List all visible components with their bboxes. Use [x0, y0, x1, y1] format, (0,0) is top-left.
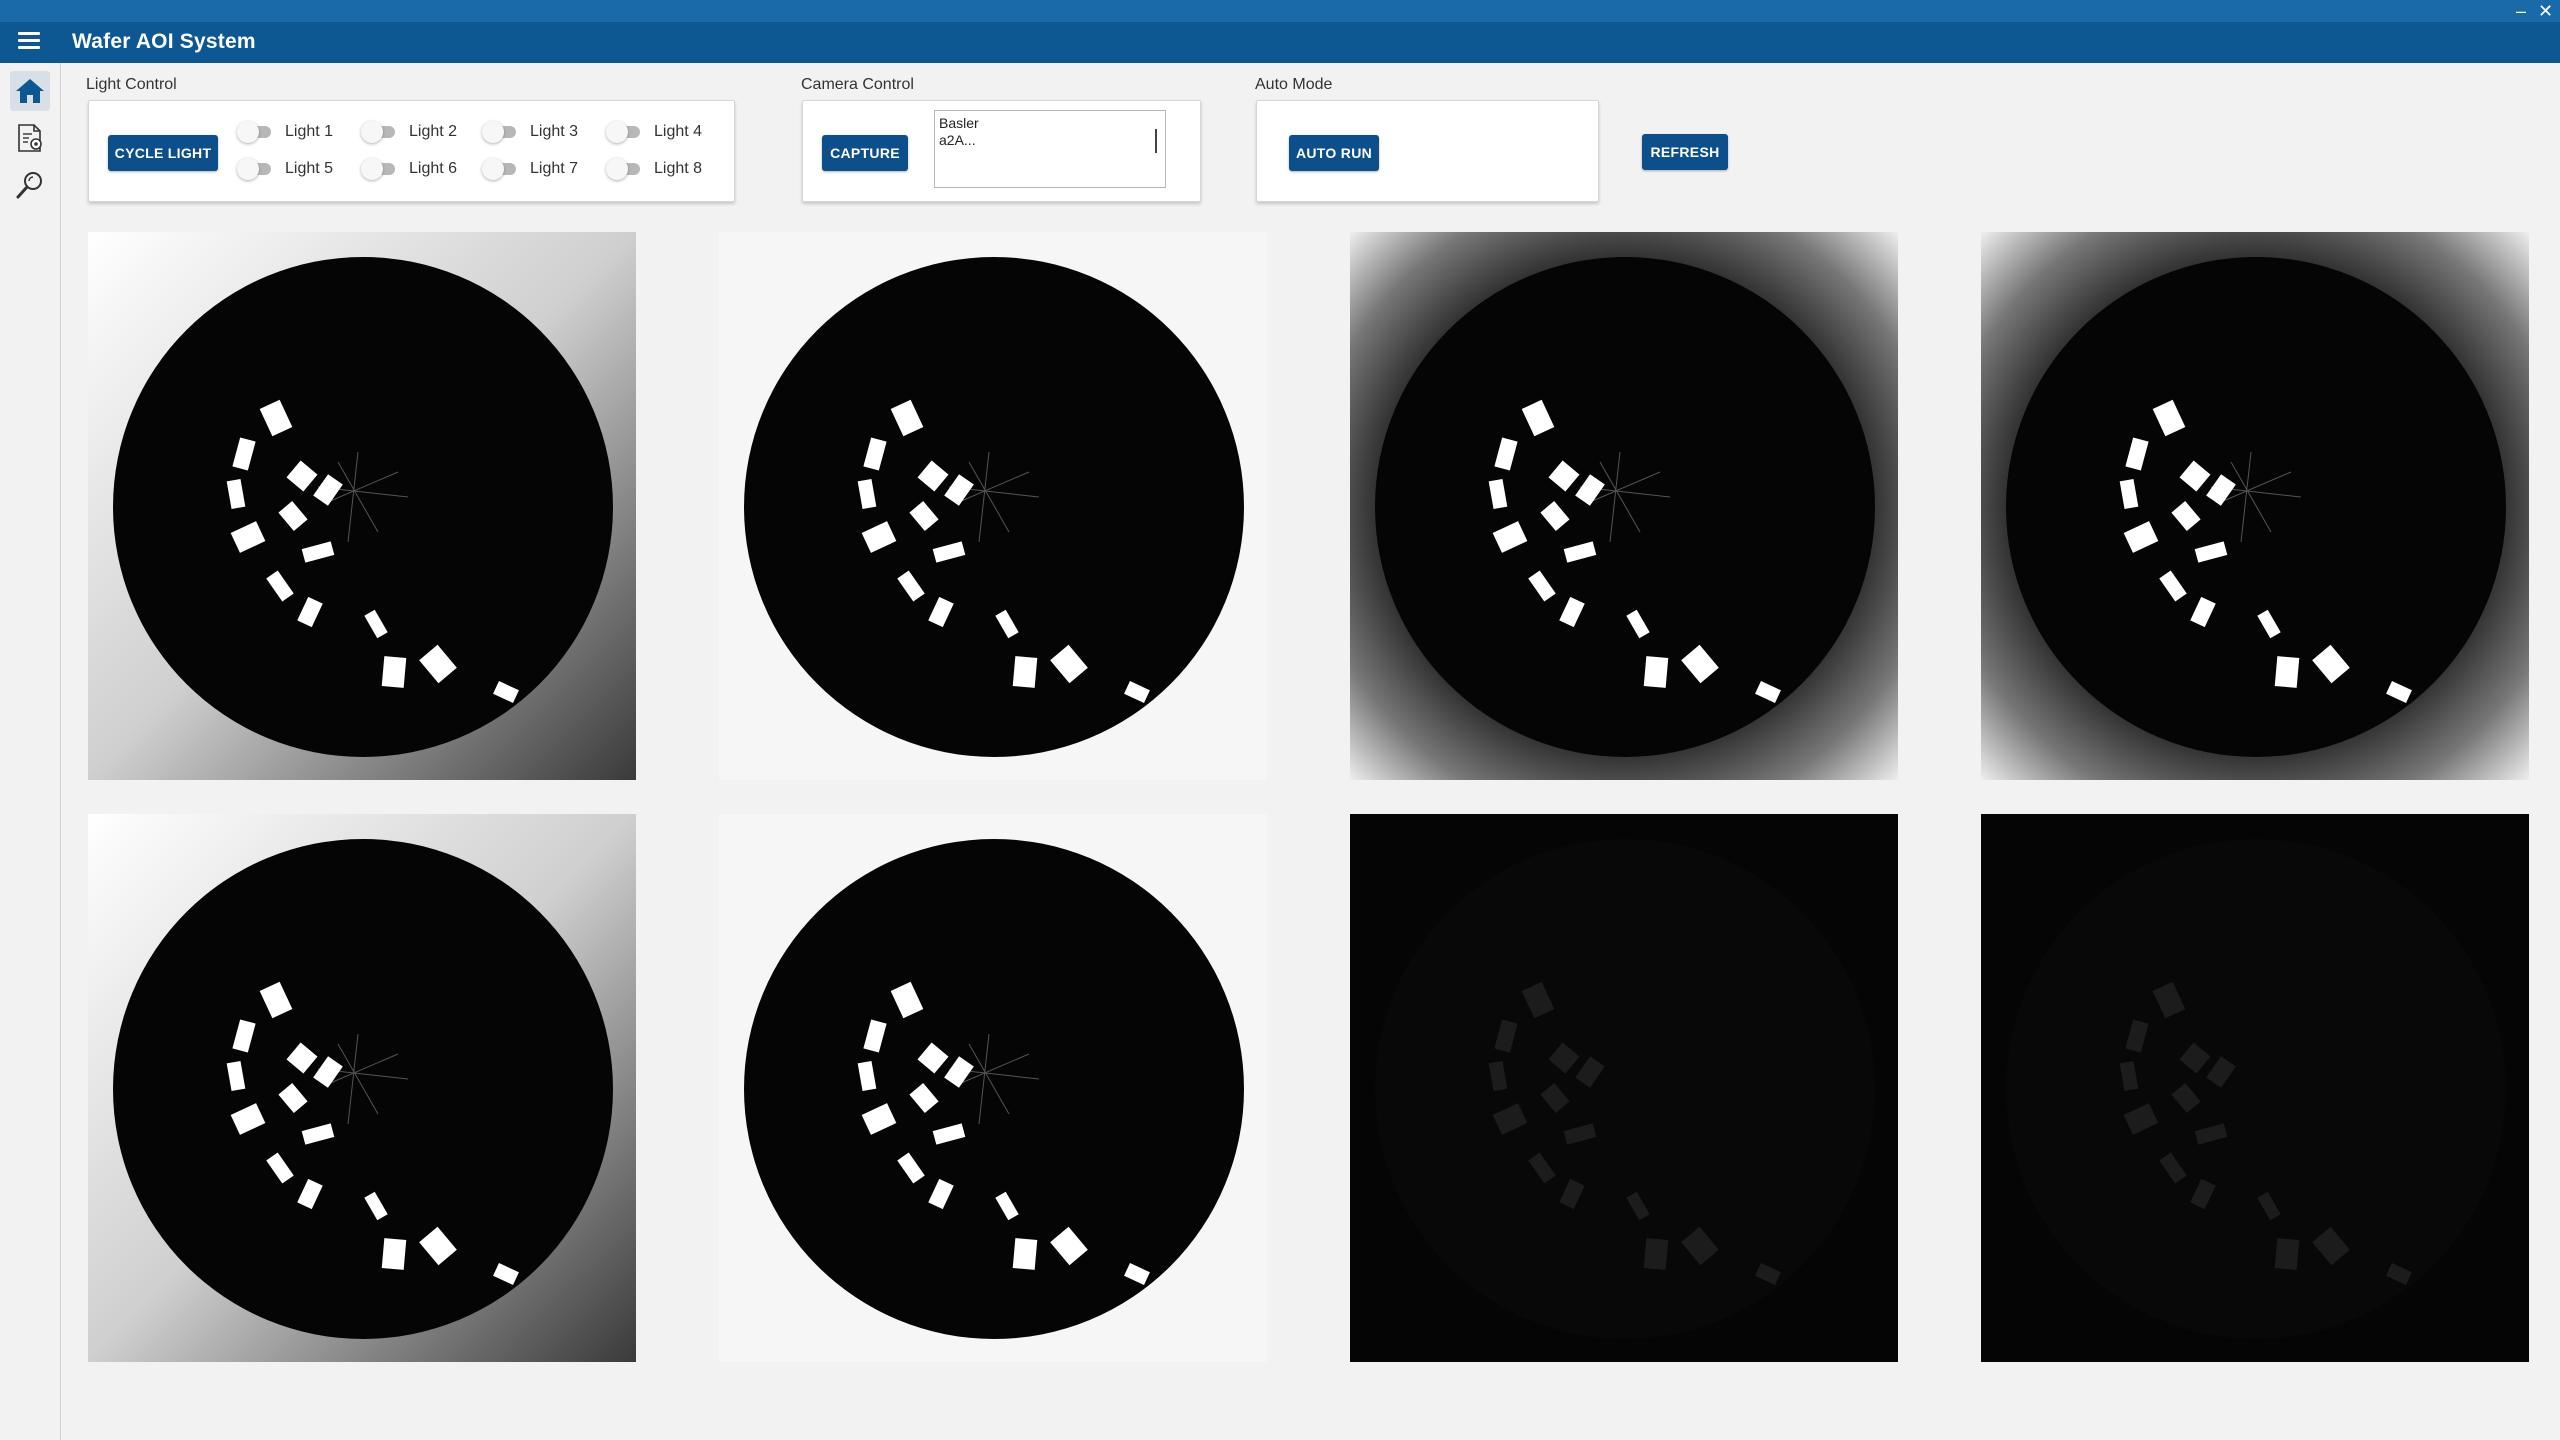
home-icon	[16, 79, 44, 103]
wafer-disk	[1375, 257, 1875, 757]
wafer-disk	[2006, 257, 2506, 757]
light-control-label: Light Control	[86, 76, 177, 93]
light-7-label: Light 7	[530, 160, 579, 177]
hamburger-menu-icon[interactable]	[18, 32, 40, 50]
camera-list[interactable]: Basler a2A...	[934, 110, 1166, 188]
sidebar-item-inspect[interactable]	[10, 165, 50, 205]
wafer-image-svg	[1981, 232, 2529, 780]
magnifier-icon	[16, 172, 42, 199]
sidebar	[0, 63, 61, 1440]
light-4-toggle[interactable]: Light 4	[606, 121, 703, 143]
light-7-toggle[interactable]: Light 7	[482, 158, 579, 180]
title-bar: Wafer AOI System – ✕	[0, 0, 2560, 63]
cycle-light-button[interactable]: CYCLE LIGHT	[108, 135, 218, 171]
sidebar-item-home[interactable]	[10, 71, 50, 111]
minimize-button[interactable]: –	[2516, 2, 2526, 20]
camera-control-label: Camera Control	[801, 76, 914, 93]
die-mark	[1012, 1238, 1038, 1270]
die-mark	[2274, 1238, 2300, 1270]
capture-image-5[interactable]	[88, 814, 636, 1362]
wafer-disk	[113, 257, 613, 757]
light-4-label: Light 4	[654, 123, 703, 140]
light-2-label: Light 2	[409, 123, 458, 140]
close-window-button[interactable]: ✕	[2538, 2, 2553, 20]
light-1-toggle[interactable]: Light 1	[237, 121, 334, 143]
auto-mode-panel: AUTO RUN	[1256, 100, 1599, 202]
capture-image-4[interactable]	[1981, 232, 2529, 780]
capture-image-7[interactable]	[1350, 814, 1898, 1362]
light-3-label: Light 3	[530, 123, 579, 140]
camera-list-item[interactable]: Basler	[939, 115, 1165, 132]
capture-image-1[interactable]	[88, 232, 636, 780]
wafer-image-svg	[88, 232, 636, 780]
capture-image-3[interactable]	[1350, 232, 1898, 780]
light-6-toggle[interactable]: Light 6	[361, 158, 458, 180]
die-mark	[1643, 656, 1669, 688]
wafer-disk	[1375, 839, 1875, 1339]
die-mark	[1012, 656, 1038, 688]
camera-list-scrollbar[interactable]	[1155, 129, 1157, 153]
light-8-label: Light 8	[654, 160, 703, 177]
wafer-image-svg	[719, 232, 1267, 780]
capture-image-6[interactable]	[719, 814, 1267, 1362]
wafer-disk	[113, 839, 613, 1339]
die-mark	[381, 1238, 407, 1270]
document-gear-icon	[18, 124, 42, 152]
light-2-toggle[interactable]: Light 2	[361, 121, 458, 143]
wafer-image-svg	[1981, 814, 2529, 1362]
auto-mode-label: Auto Mode	[1255, 76, 1333, 93]
auto-run-button[interactable]: AUTO RUN	[1289, 135, 1379, 171]
capture-image-8[interactable]	[1981, 814, 2529, 1362]
light-8-toggle[interactable]: Light 8	[606, 158, 703, 180]
die-mark	[1643, 1238, 1669, 1270]
die-mark	[381, 656, 407, 688]
wafer-disk	[744, 839, 1244, 1339]
camera-list-item[interactable]: a2A...	[939, 132, 1165, 149]
wafer-image-svg	[88, 814, 636, 1362]
light-1-label: Light 1	[285, 123, 334, 140]
light-5-label: Light 5	[285, 160, 334, 177]
capture-image-2[interactable]	[719, 232, 1267, 780]
wafer-disk	[2006, 839, 2506, 1339]
refresh-button[interactable]: REFRESH	[1642, 134, 1728, 170]
wafer-image-svg	[719, 814, 1267, 1362]
die-mark	[2274, 656, 2300, 688]
app-title: Wafer AOI System	[72, 30, 256, 53]
sidebar-item-recipe[interactable]	[10, 118, 50, 158]
light-3-toggle[interactable]: Light 3	[482, 121, 579, 143]
wafer-image-svg	[1350, 232, 1898, 780]
light-6-label: Light 6	[409, 160, 458, 177]
wafer-image-svg	[1350, 814, 1898, 1362]
capture-button[interactable]: CAPTURE	[822, 135, 908, 171]
light-control-panel: CYCLE LIGHT Light 1 Light 2 Light 3 Ligh…	[88, 100, 735, 202]
light-5-toggle[interactable]: Light 5	[237, 158, 334, 180]
wafer-disk	[744, 257, 1244, 757]
